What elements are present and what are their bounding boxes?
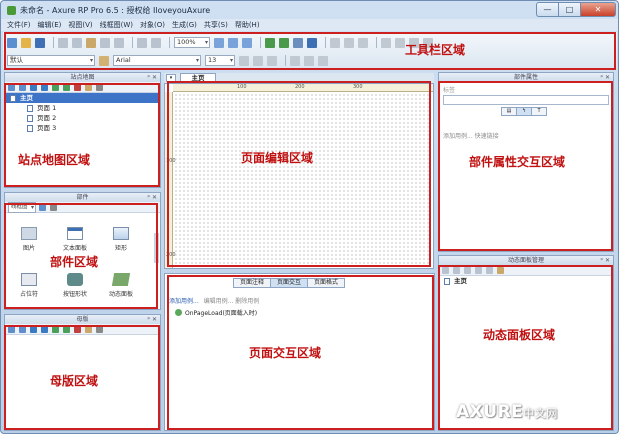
annotation-box-toolbar xyxy=(4,32,616,70)
annotation-label-properties: 部件属性交互区域 xyxy=(469,155,566,169)
menu-object[interactable]: 对象(O) xyxy=(140,20,165,30)
annotation-label-dynamic-panel: 动态面板区域 xyxy=(483,328,556,342)
dynamic-panel-title: 动态面板管理 xyxy=(507,257,544,264)
widgets-title: 部件 xyxy=(76,194,89,201)
masters-header: 母版 ᵖ ✕ xyxy=(5,315,160,324)
watermark-sub: 中文网 xyxy=(523,407,558,420)
sitemap-title: 站点地图 xyxy=(70,74,95,81)
close-icon[interactable]: ᵖ ✕ xyxy=(147,315,157,324)
axure-logo-icon xyxy=(7,5,16,15)
close-icon[interactable]: ᵖ ✕ xyxy=(147,73,157,82)
menu-edit[interactable]: 编辑(E) xyxy=(38,20,62,30)
annotation-label-interactions: 页面交互区域 xyxy=(249,346,322,360)
close-icon[interactable]: ᵖ ✕ xyxy=(600,256,610,265)
window-title: 未命名 - Axure RP Pro 6.5 : 授权给 IloveyouAxu… xyxy=(20,5,211,15)
maximize-button[interactable]: □ xyxy=(558,2,580,17)
annotation-label-sitemap: 站点地图区域 xyxy=(18,153,91,167)
annotation-box-canvas xyxy=(167,81,431,267)
annotation-label-toolbar: 工具栏区域 xyxy=(405,43,466,57)
close-button[interactable]: ✕ xyxy=(580,2,616,17)
title-bar: 未命名 - Axure RP Pro 6.5 : 授权给 IloveyouAxu… xyxy=(1,1,618,19)
app-window: 未命名 - Axure RP Pro 6.5 : 授权给 IloveyouAxu… xyxy=(0,0,619,434)
annotation-label-widgets: 部件区域 xyxy=(50,255,99,269)
menu-file[interactable]: 文件(F) xyxy=(7,20,31,30)
menu-help[interactable]: 帮助(H) xyxy=(235,20,260,30)
watermark: AXURE中文网 xyxy=(456,402,558,422)
sitemap-header: 站点地图 ᵖ ✕ xyxy=(5,73,160,82)
menu-share[interactable]: 共享(S) xyxy=(204,20,228,30)
dynamic-panel-header: 动态面板管理 ᵖ ✕ xyxy=(439,256,613,265)
watermark-main: AXURE xyxy=(456,402,524,422)
menu-wireframe[interactable]: 线框图(W) xyxy=(100,20,133,30)
masters-title: 母版 xyxy=(76,316,89,323)
menu-view[interactable]: 视图(V) xyxy=(68,20,92,30)
annotation-box-sitemap xyxy=(4,83,160,187)
minimize-button[interactable]: — xyxy=(536,2,558,17)
menu-generate[interactable]: 生成(G) xyxy=(172,20,197,30)
close-icon[interactable]: ᵖ ✕ xyxy=(147,193,157,202)
annotation-label-canvas: 页面编辑区域 xyxy=(241,151,314,165)
properties-title: 部件属性 xyxy=(513,74,538,81)
annotation-label-masters: 母版区域 xyxy=(50,374,99,388)
menu-bar: 文件(F) 编辑(E) 视图(V) 线框图(W) 对象(O) 生成(G) 共享(… xyxy=(1,19,618,31)
